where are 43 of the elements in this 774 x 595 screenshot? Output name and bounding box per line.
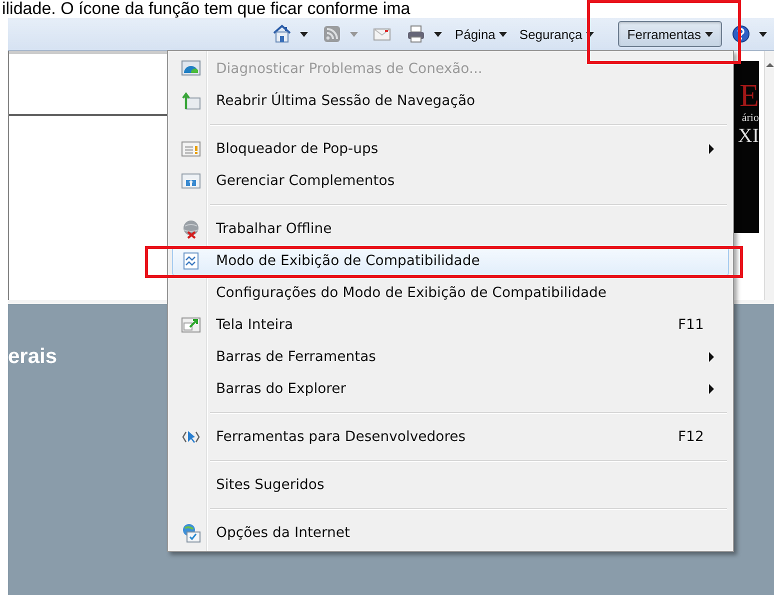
caret-icon <box>705 32 713 36</box>
banner-numeral: XI <box>738 125 759 147</box>
menu-button[interactable]: Página <box>450 21 512 47</box>
menu-item[interactable]: Sites Sugeridos <box>172 470 729 500</box>
banner-text: ário <box>742 111 759 125</box>
feed-icon <box>322 24 342 44</box>
caret-icon <box>300 32 308 36</box>
menu-item[interactable]: Trabalhar Offline <box>172 214 729 244</box>
menu-item[interactable]: Bloqueador de Pop-ups <box>172 134 729 164</box>
shortcut-text: F11 <box>678 317 705 333</box>
menu-item[interactable]: Opções da Internet <box>172 518 729 548</box>
folder-arrow-icon <box>181 91 201 111</box>
menu-button[interactable]: Ferramentas <box>618 21 722 47</box>
caption-text: ilidade. O ícone da função tem que ficar conforme ima <box>1 0 412 18</box>
caret-icon <box>499 32 508 36</box>
menu-item[interactable]: Barras de Ferramentas <box>172 342 729 372</box>
menu-item[interactable]: Barras do Explorer <box>172 374 729 404</box>
menu-button[interactable]: Segurança <box>515 21 598 47</box>
scrollbar[interactable] <box>764 51 774 300</box>
scroll-up-arrow-icon[interactable] <box>766 63 774 67</box>
caret-icon <box>586 32 594 36</box>
globe-cross-icon <box>181 219 201 239</box>
printer-icon <box>406 24 426 44</box>
help-icon <box>731 24 751 44</box>
menu-item[interactable]: Tela Inteira F11 <box>172 310 729 340</box>
globe-window-icon <box>181 523 201 543</box>
menu-item[interactable]: Configurações do Modo de Exibição de Compatibilidade <box>172 278 729 308</box>
submenu-arrow-icon <box>709 352 714 362</box>
window-puzzle-icon <box>181 171 201 191</box>
caret-icon <box>434 32 442 36</box>
menu-item[interactable]: Ferramentas para Desenvolvedores F12 <box>172 422 729 452</box>
caret-icon <box>759 32 767 36</box>
home-icon <box>272 24 292 44</box>
section-heading: erais <box>8 344 58 370</box>
submenu-arrow-icon <box>709 384 714 394</box>
submenu-arrow-icon <box>709 144 714 154</box>
shortcut-text: F12 <box>678 429 705 445</box>
broken-page-icon <box>181 251 201 271</box>
banner-letter: E <box>739 79 759 111</box>
caret-icon <box>350 32 358 36</box>
window-warning-icon <box>181 139 201 159</box>
menu-item[interactable]: Gerenciar Complementos <box>172 166 729 196</box>
menu-item[interactable]: Reabrir Última Sessão de Navegação <box>172 86 729 116</box>
